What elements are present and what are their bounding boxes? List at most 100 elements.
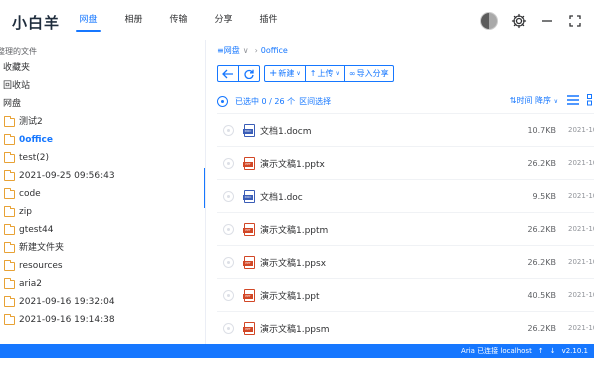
row-select-radio[interactable] [223,124,234,136]
file-name: 演示文稿1.pptx [260,159,325,170]
select-all-radio[interactable] [217,95,228,107]
file-date: 2021-10-14 18:40:14 [568,291,594,299]
sidebar-item-label: zip [19,207,32,217]
sidebar-item-label: 回收站 [3,81,31,91]
file-date: 2021-10-14 18:40:14 [568,225,594,233]
file-row[interactable]: PPT 演示文稿1.pptm 26.2KB 2021-10-14 18:40:1… [217,212,594,245]
sidebar-item-folder[interactable]: 测试2 [4,113,43,131]
sidebar-item-folder[interactable]: 2021-09-16 19:14:38 [4,311,115,329]
upload-button[interactable]: ↑ 上传 ∨ [305,65,345,82]
range-select-link[interactable]: 区间选择 [299,96,331,107]
sidebar-item-label: 2021-09-16 19:14:38 [19,315,115,325]
sidebar-item-label: 收藏夹 [3,63,31,73]
breadcrumb-separator-icon: › [254,46,258,55]
upload-button-label: 上传 [317,69,334,78]
file-row[interactable]: PPT 演示文稿1.pptx 26.2KB 2021-10-14 18:40:1… [217,146,594,179]
window-bottom-edge [0,358,594,366]
row-select-radio[interactable] [223,322,234,334]
aria-status[interactable]: Aria 已连接 localhost [461,346,532,356]
powerpoint-icon: PPT [243,255,255,269]
sidebar-item-recycle-bin[interactable]: 回收站 [3,77,30,95]
nav-tab-share[interactable]: 分享 [201,0,246,40]
list-header: 已选中 0 / 26 个 区间选择 ⇅时间 降序 ∨ [217,92,594,110]
file-date: 2021-10-14 18:40:14 [568,192,594,200]
main-nav: 网盘 相册 传输 分享 插件 [66,0,291,40]
view-switcher [560,93,594,107]
folder-icon [4,241,15,253]
sidebar-heading: 整理的文件 [0,47,37,56]
sidebar-item-favorites[interactable]: 收藏夹 [3,59,30,77]
nav-tab-transfer[interactable]: 传输 [156,0,201,40]
settings-gear-icon[interactable] [510,12,528,30]
avatar[interactable] [480,12,498,30]
file-row[interactable]: PPT 演示文稿1.ppt 40.5KB 2021-10-14 18:40:14 [217,278,594,311]
sidebar-item-folder[interactable]: zip [4,203,32,221]
sidebar-item-folder[interactable]: code [4,185,41,203]
file-panel: ≡网盘 ∨ › 0office + 新建 ∨ ↑ 上传 ∨ ∞ 导入分享 已选中 0 / 26 … [207,40,594,344]
file-date: 2021-10-14 18:40:14 [568,258,594,266]
import-share-label: 导入分享 [356,69,389,78]
sidebar-item-folder[interactable]: resources [4,257,63,275]
nav-tab-drive[interactable]: 网盘 [66,0,111,40]
upload-icon: ↑ [309,69,317,78]
file-date: 2021-10-14 18:40:14 [568,126,594,134]
row-select-radio[interactable] [223,289,234,301]
sidebar-item-folder[interactable]: test(2) [4,149,49,167]
nav-button-group [217,65,260,82]
file-row[interactable]: DOC 文档1.docm 10.7KB 2021-10-14 18:40:14 [217,113,594,146]
nav-tab-plugins[interactable]: 插件 [246,0,291,40]
file-name: 演示文稿1.pptm [260,225,329,236]
sort-dropdown[interactable]: ⇅时间 降序 ∨ [510,95,558,106]
folder-icon [4,133,15,145]
chevron-down-icon: ∨ [553,98,558,105]
file-row[interactable]: PPT 演示文稿1.ppsm 26.2KB 2021-10-14 18:40:1… [217,311,594,344]
row-select-radio[interactable] [223,256,234,268]
refresh-button[interactable] [239,65,260,82]
sidebar-item-folder[interactable]: 2021-09-16 19:32:04 [4,293,115,311]
import-share-button[interactable]: ∞ 导入分享 [344,65,394,82]
selection-count: 已选中 0 / 26 个 [235,96,296,106]
version-label: v2.10.1 [561,347,588,355]
folder-icon [4,277,15,289]
sidebar-item-folder[interactable]: 新建文件夹 [4,239,64,257]
toolbar: + 新建 ∨ ↑ 上传 ∨ ∞ 导入分享 [217,65,398,82]
breadcrumb-current[interactable]: 0office [261,46,288,55]
new-button[interactable]: + 新建 ∨ [264,65,306,82]
maximize-icon[interactable] [566,12,584,30]
download-speed-icon: ↓ [549,347,556,355]
link-icon: ∞ [348,69,356,78]
folder-icon [4,295,15,307]
back-button[interactable] [217,65,239,82]
sidebar-item-label: 2021-09-16 19:32:04 [19,297,115,307]
file-size: 40.5KB [527,290,556,300]
sidebar-item-label: code [19,189,41,199]
sidebar-item-drive[interactable]: 网盘 [3,95,21,113]
row-select-radio[interactable] [223,223,234,235]
list-view-icon[interactable] [566,93,580,107]
chevron-down-icon: ∨ [296,70,301,77]
minimize-icon[interactable] [538,12,556,30]
file-row[interactable]: DOC 文档1.doc 9.5KB 2021-10-14 18:40:14 [217,179,594,212]
sidebar-item-label: test(2) [19,153,50,163]
grid-view-icon[interactable] [586,93,594,107]
row-select-radio[interactable] [223,190,234,202]
folder-icon [4,115,15,127]
file-name: 文档1.docm [260,126,312,137]
sidebar-item-folder[interactable]: aria2 [4,275,42,293]
sidebar-scrollbar[interactable] [204,168,205,208]
sidebar-item-label: 测试2 [19,117,43,127]
powerpoint-icon: PPT [243,288,255,302]
row-select-radio[interactable] [223,157,234,169]
sidebar-item-folder[interactable]: 2021-09-25 09:56:43 [4,167,115,185]
refresh-icon [244,69,254,79]
new-button-label: 新建 [278,69,295,78]
breadcrumb-menu-icon[interactable]: ≡ [217,46,224,55]
sidebar-item-folder-selected[interactable]: 0office [4,131,53,149]
file-row[interactable]: PPT 演示文稿1.ppsx 26.2KB 2021-10-14 18:40:1… [217,245,594,278]
nav-tab-album[interactable]: 相册 [111,0,156,40]
breadcrumb-root[interactable]: 网盘 [224,46,240,55]
word-doc-icon: DOC [243,123,255,137]
file-name: 演示文稿1.ppt [260,291,320,302]
breadcrumb-chevron-icon: ∨ [242,46,249,55]
sidebar-item-folder[interactable]: gtest44 [4,221,53,239]
